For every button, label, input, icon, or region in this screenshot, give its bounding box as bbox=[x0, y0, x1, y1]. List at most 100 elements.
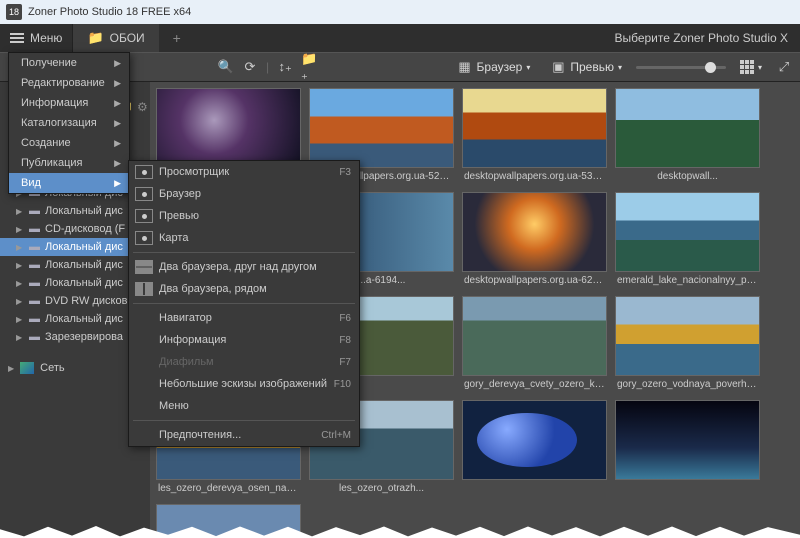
view-submenu-panel: ПросмотрщикF3БраузерПревьюКарта Два брауз… bbox=[128, 160, 360, 447]
main-menu-label: Меню bbox=[30, 31, 62, 45]
submenu-item-label: Диафильм bbox=[159, 356, 214, 368]
chevron-right-icon: ▶ bbox=[16, 243, 24, 252]
thumbnail-caption: desktopwallpapers.org.ua-5367... bbox=[462, 168, 607, 188]
browser-mode-button[interactable]: ▦ Браузер ▾ bbox=[451, 56, 537, 78]
upgrade-prompt[interactable]: Выберите Zoner Photo Studio X bbox=[614, 31, 800, 45]
submenu-item-label: Предпочтения... bbox=[159, 429, 241, 441]
submenu-item-icon bbox=[135, 260, 153, 274]
submenu-item[interactable]: Два браузера, друг над другом bbox=[129, 256, 359, 278]
chevron-right-icon: ▶ bbox=[8, 364, 14, 373]
submenu-item-label: Два браузера, рядом bbox=[159, 283, 267, 295]
app-topbar: Меню 📁 ОБОИ + Выберите Zoner Photo Studi… bbox=[0, 24, 800, 52]
menu-item-label: Информация bbox=[21, 97, 88, 109]
tab-current[interactable]: 📁 ОБОИ bbox=[72, 24, 158, 52]
submenu-item[interactable]: Предпочтения... Ctrl+M bbox=[129, 424, 359, 446]
thumbnail[interactable]: desktopwallpapers.org.ua-5367... bbox=[462, 88, 607, 188]
submenu-item[interactable]: Превью bbox=[129, 205, 359, 227]
thumbnail-caption: gory_derevya_cvety_ozero_kan... bbox=[462, 376, 607, 396]
app-icon: 18 bbox=[6, 4, 22, 20]
thumbnail-caption bbox=[615, 480, 760, 489]
chevron-down-icon: ▾ bbox=[526, 63, 530, 72]
sidebar-item-label: Локальный дис bbox=[45, 313, 123, 325]
chevron-right-icon: ▶ bbox=[16, 279, 24, 288]
submenu-item[interactable]: Меню bbox=[129, 395, 359, 417]
thumbnail-image bbox=[615, 296, 760, 376]
window-title: Zoner Photo Studio 18 FREE x64 bbox=[28, 6, 191, 18]
gear-icon[interactable]: ⚙ bbox=[137, 100, 148, 114]
submenu-item-icon bbox=[135, 282, 153, 296]
new-tab-button[interactable]: + bbox=[159, 30, 195, 46]
submenu-item-shortcut: Ctrl+M bbox=[321, 430, 351, 441]
menu-item-label: Каталогизация bbox=[21, 117, 97, 129]
thumbnail[interactable]: desktopwall... bbox=[615, 88, 760, 188]
sidebar-item-label: Зарезервирова bbox=[45, 331, 123, 343]
submenu-item[interactable]: ПросмотрщикF3 bbox=[129, 161, 359, 183]
submenu-item-shortcut: F7 bbox=[339, 357, 351, 368]
thumb-size-slider[interactable] bbox=[636, 66, 726, 69]
thumbnail[interactable] bbox=[615, 400, 760, 500]
expand-icon[interactable]: ⤢ bbox=[776, 59, 792, 75]
menu-item-label: Публикация bbox=[21, 157, 82, 169]
thumbnail[interactable]: gory_derevya_cvety_ozero_kan... bbox=[462, 296, 607, 396]
add-folder-icon[interactable]: 📁₊ bbox=[301, 59, 317, 75]
submenu-item[interactable]: Карта bbox=[129, 227, 359, 249]
menu-item-label: Вид bbox=[21, 177, 41, 189]
menu-item-label: Редактирование bbox=[21, 77, 105, 89]
thumbnail[interactable]: gory_ozero_vodnaya_poverhno... bbox=[615, 296, 760, 396]
chevron-right-icon: ▶ bbox=[114, 98, 121, 109]
grid-view-button[interactable]: ▾ bbox=[734, 57, 768, 77]
thumbnail-caption: les_ozero_otrazh... bbox=[309, 480, 454, 500]
thumbnail-caption bbox=[462, 480, 607, 489]
thumbnail-image bbox=[156, 88, 301, 168]
refresh-icon[interactable]: ⟳ bbox=[242, 59, 258, 75]
hamburger-icon bbox=[10, 33, 24, 43]
thumbnail-image bbox=[462, 296, 607, 376]
thumbnail[interactable] bbox=[462, 400, 607, 500]
menu-item[interactable]: Публикация▶ bbox=[9, 153, 129, 173]
menu-item[interactable]: Редактирование▶ bbox=[9, 73, 129, 93]
menu-item[interactable]: Каталогизация▶ bbox=[9, 113, 129, 133]
menu-item[interactable]: Создание▶ bbox=[9, 133, 129, 153]
submenu-item[interactable]: ИнформацияF8 bbox=[129, 329, 359, 351]
sidebar-item-label: Локальный дис bbox=[45, 259, 123, 271]
drive-icon: ▬ bbox=[29, 313, 40, 325]
menu-separator bbox=[133, 420, 355, 421]
menu-item[interactable]: Получение▶ bbox=[9, 53, 129, 73]
menu-item-label: Создание bbox=[21, 137, 71, 149]
search-icon[interactable]: 🔍 bbox=[218, 59, 234, 75]
submenu-item-shortcut: F3 bbox=[339, 167, 351, 178]
submenu-item[interactable]: Небольшие эскизы изображенийF10 bbox=[129, 373, 359, 395]
main-menu-button[interactable]: Меню bbox=[0, 24, 72, 52]
network-icon bbox=[20, 362, 34, 374]
preview-mode-button[interactable]: ▣ Превью ▾ bbox=[544, 56, 628, 78]
drive-icon: ▬ bbox=[29, 259, 40, 271]
sidebar-item-label: Локальный дис bbox=[45, 277, 123, 289]
sidebar-item-label: Локальный дис bbox=[45, 205, 123, 217]
sidebar-item-label: CD-дисковод (F bbox=[45, 223, 125, 235]
menu-item-label: Получение bbox=[21, 57, 77, 69]
chevron-right-icon: ▶ bbox=[16, 315, 24, 324]
chevron-right-icon: ▶ bbox=[16, 297, 24, 306]
menu-separator bbox=[133, 303, 355, 304]
window-titlebar: 18 Zoner Photo Studio 18 FREE x64 bbox=[0, 0, 800, 24]
thumbnail-caption: desktopwall... bbox=[615, 168, 760, 188]
submenu-item-label: Меню bbox=[159, 400, 189, 412]
chevron-right-icon: ▶ bbox=[16, 261, 24, 270]
thumbnail-caption: les_ozero_derevya_osen_nacion... bbox=[156, 480, 301, 500]
thumbnail[interactable]: emerald_lake_nacionalnyy_park... bbox=[615, 192, 760, 292]
submenu-item[interactable]: Два браузера, рядом bbox=[129, 278, 359, 300]
thumbnail[interactable]: desktopwallpapers.org.ua-6247... bbox=[462, 192, 607, 292]
submenu-item[interactable]: Браузер bbox=[129, 183, 359, 205]
submenu-item: Диафильм F7 bbox=[129, 351, 359, 373]
menu-item[interactable]: Вид ▶ bbox=[9, 173, 129, 193]
submenu-item-icon bbox=[135, 187, 153, 201]
browser-icon: ▦ bbox=[457, 59, 473, 75]
submenu-item-icon bbox=[135, 311, 153, 325]
menu-item[interactable]: Информация ▶ bbox=[9, 93, 129, 113]
submenu-item-icon bbox=[135, 333, 153, 347]
tab-label: ОБОИ bbox=[110, 31, 145, 45]
chevron-right-icon: ▶ bbox=[114, 178, 121, 189]
sort-icon[interactable]: ↕₊ bbox=[277, 59, 293, 75]
submenu-item[interactable]: НавигаторF6 bbox=[129, 307, 359, 329]
chevron-right-icon: ▶ bbox=[16, 207, 24, 216]
